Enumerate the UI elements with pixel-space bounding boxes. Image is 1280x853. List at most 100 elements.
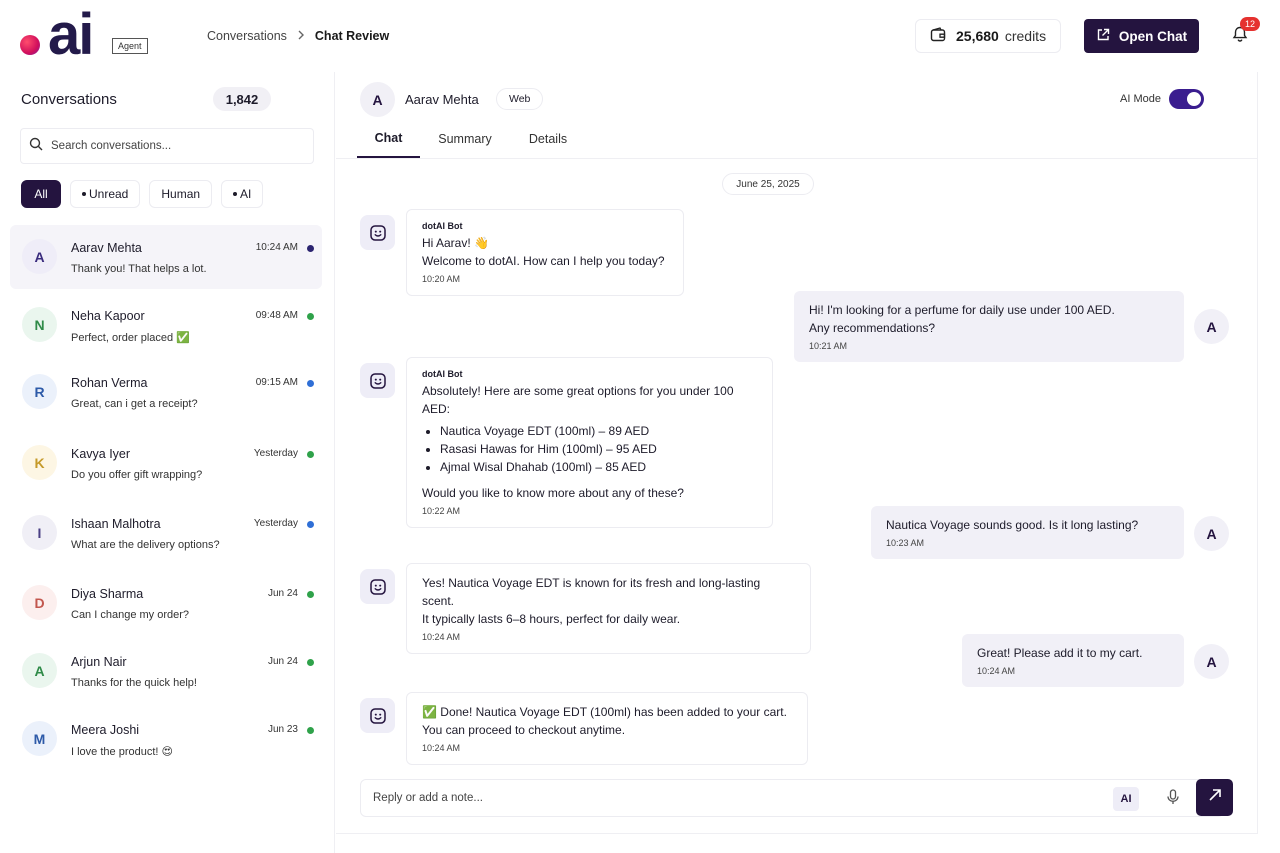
bot-icon: [360, 215, 395, 250]
chat-panel: A Aarav Mehta Web AI Mode Chat Summary D…: [336, 72, 1258, 834]
message-time: 10:20 AM: [422, 274, 461, 284]
conversation-time: 09:48 AM: [255, 310, 298, 321]
status-dot: [307, 380, 314, 387]
user-avatar: A: [1194, 644, 1229, 679]
bot-message: ✅ Done! Nautica Voyage EDT (100ml) has b…: [406, 692, 808, 765]
conversation-name: Rohan Verma: [71, 376, 148, 390]
message-line: Nautica Voyage sounds good. Is it long l…: [886, 518, 1139, 532]
conversation-time: Yesterday: [253, 518, 298, 529]
chevron-right-icon: [297, 28, 305, 43]
avatar: D: [22, 585, 57, 620]
conversation-preview: I love the product! 😍: [71, 746, 173, 758]
status-dot: [307, 659, 314, 666]
tabs-divider: [336, 158, 1258, 159]
conversation-time: Jun 24: [267, 656, 298, 667]
product-list: Nautica Voyage EDT (100ml) – 89 AED Rasa…: [422, 422, 757, 476]
conversation-preview: Do you offer gift wrapping?: [71, 469, 203, 481]
avatar: R: [22, 374, 57, 409]
open-chat-label: Open Chat: [1118, 28, 1188, 44]
user-message: Nautica Voyage sounds good. Is it long l…: [871, 506, 1184, 559]
ai-mode-toggle[interactable]: [1169, 89, 1204, 109]
message-time: 10:21 AM: [809, 341, 848, 351]
status-dot: [307, 727, 314, 734]
search-icon: [29, 137, 43, 156]
tab-chat[interactable]: Chat: [357, 120, 420, 158]
avatar: I: [22, 515, 57, 550]
conversation-time: Yesterday: [253, 448, 298, 459]
message-sender: dotAI Bot: [422, 369, 463, 379]
toggle-knob: [1187, 92, 1201, 106]
send-arrow-icon: [1208, 788, 1222, 807]
list-item: Ajmal Wisal Dhahab (100ml) – 85 AED: [440, 458, 757, 476]
message-line: It typically lasts 6–8 hours, perfect fo…: [422, 612, 681, 626]
message-time: 10:24 AM: [422, 632, 461, 642]
conversation-item[interactable]: N Neha Kapoor Perfect, order placed ✅ 09…: [10, 293, 322, 357]
message-line: Any recommendations?: [809, 321, 936, 335]
message-line: Hi Aarav! 👋: [422, 236, 489, 250]
tab-details[interactable]: Details: [510, 120, 586, 158]
message-time: 10:23 AM: [886, 538, 925, 548]
status-dot: [307, 591, 314, 598]
avatar: K: [22, 445, 57, 480]
status-dot: [307, 245, 314, 252]
logo[interactable]: ai: [20, 6, 94, 64]
user-message: Great! Please add it to my cart. 10:24 A…: [962, 634, 1184, 687]
user-message: Hi! I'm looking for a perfume for daily …: [794, 291, 1184, 362]
message-intro: Absolutely! Here are some great options …: [422, 384, 734, 416]
ai-mode-label: AI Mode: [1120, 93, 1161, 105]
breadcrumb: Conversations Chat Review: [207, 28, 389, 43]
conversation-name: Aarav Mehta: [71, 241, 142, 255]
conversation-preview: Great, can i get a receipt?: [71, 398, 198, 410]
send-button[interactable]: [1196, 779, 1233, 816]
message-line: ✅ Done! Nautica Voyage EDT (100ml) has b…: [422, 705, 787, 719]
credits-amount: 25,680: [956, 28, 999, 44]
open-chat-button[interactable]: Open Chat: [1084, 19, 1199, 53]
conversation-item[interactable]: I Ishaan Malhotra What are the delivery …: [10, 501, 322, 565]
status-dot: [307, 521, 314, 528]
status-dot: [307, 313, 314, 320]
conversation-time: 09:15 AM: [255, 377, 298, 388]
search-input[interactable]: [51, 140, 291, 152]
ai-assist-button[interactable]: AI: [1113, 787, 1139, 811]
conversation-item[interactable]: M Meera Joshi I love the product! 😍 Jun …: [10, 707, 322, 771]
sidebar-title: Conversations: [21, 91, 117, 108]
microphone-icon: [1166, 788, 1180, 810]
filter-ai[interactable]: AI: [221, 180, 264, 208]
reply-input[interactable]: [373, 792, 1093, 804]
message-line: You can proceed to checkout anytime.: [422, 723, 626, 737]
microphone-button[interactable]: [1161, 787, 1185, 811]
message-line: Great! Please add it to my cart.: [977, 646, 1143, 660]
conversations-sidebar: Conversations 1,842 All Unread Human A I …: [0, 72, 335, 853]
conversation-count-badge: 1,842: [213, 87, 271, 111]
unread-dot-icon: [82, 192, 86, 196]
contact-name: Aarav Mehta: [405, 92, 479, 107]
conversation-item[interactable]: K Kavya Iyer Do you offer gift wrapping?…: [10, 431, 322, 495]
bot-message: Yes! Nautica Voyage EDT is known for its…: [406, 563, 811, 654]
filter-human[interactable]: Human: [149, 180, 213, 208]
conversation-item[interactable]: D Diya Sharma Can I change my order? Jun…: [10, 571, 322, 635]
credits-display[interactable]: 25,680 credits: [915, 19, 1061, 53]
user-avatar: A: [1194, 309, 1229, 344]
date-separator: June 25, 2025: [722, 173, 814, 195]
conversation-time: Jun 24: [267, 588, 298, 599]
bot-icon: [360, 363, 395, 398]
conversation-name: Neha Kapoor: [71, 309, 145, 323]
conversation-preview: Can I change my order?: [71, 609, 190, 621]
avatar: A: [22, 653, 57, 688]
conversation-item[interactable]: A Aarav Mehta Thank you! That helps a lo…: [10, 225, 322, 289]
conversation-item[interactable]: A Arjun Nair Thanks for the quick help! …: [10, 639, 322, 703]
filter-chips: All Unread Human AI: [21, 180, 264, 208]
conversation-preview: What are the delivery options?: [71, 539, 220, 551]
avatar: M: [22, 721, 57, 756]
chat-tabs: Chat Summary Details: [357, 120, 586, 158]
filter-unread[interactable]: Unread: [70, 180, 141, 208]
conversation-item[interactable]: R Rohan Verma Great, can i get a receipt…: [10, 360, 322, 424]
bot-icon: [360, 698, 395, 733]
search-box[interactable]: [20, 128, 314, 164]
conversation-preview: Perfect, order placed ✅: [71, 332, 190, 344]
conversation-time: 10:24 AM: [255, 242, 298, 253]
filter-all[interactable]: All: [21, 180, 61, 208]
logo-dot-icon: [20, 35, 40, 55]
tab-summary[interactable]: Summary: [420, 120, 510, 158]
breadcrumb-parent[interactable]: Conversations: [207, 29, 287, 43]
